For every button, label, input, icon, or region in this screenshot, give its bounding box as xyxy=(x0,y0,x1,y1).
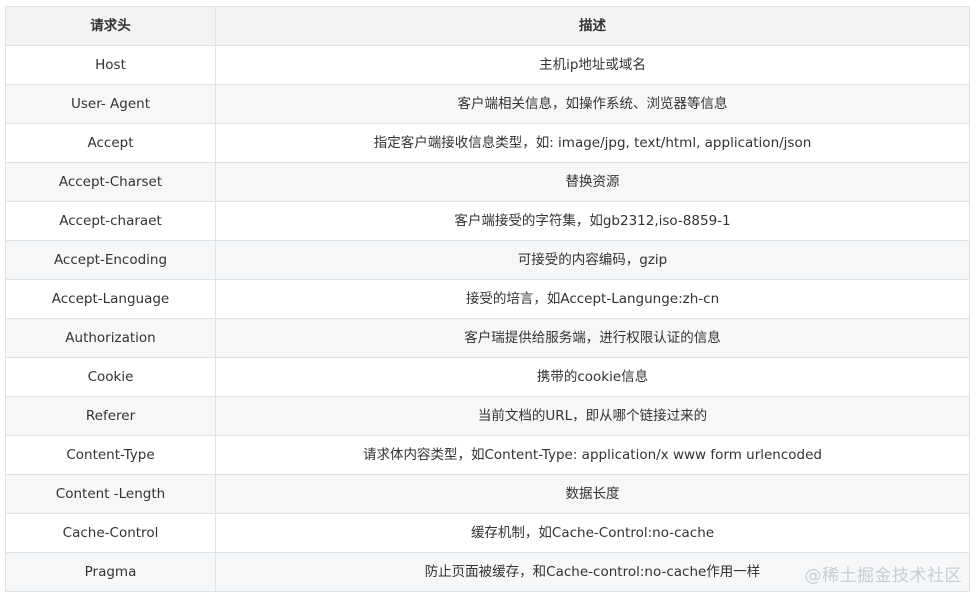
table-row: Accept-charaet 客户端接受的字符集，如gb2312,iso-885… xyxy=(5,201,970,241)
header-name-cell: Accept-Charset xyxy=(5,162,216,202)
header-name-cell: Accept xyxy=(5,123,216,163)
description-cell: 数据长度 xyxy=(215,474,970,514)
table-container: 请求头 描述 Host 主机ip地址或域名 User- Agent 客户端相关信… xyxy=(5,6,970,592)
header-name-cell: Host xyxy=(5,45,216,85)
header-name-cell: Referer xyxy=(5,396,216,436)
description-cell: 携带的cookie信息 xyxy=(215,357,970,397)
table-row: Content -Length 数据长度 xyxy=(5,474,970,514)
header-name-cell: Content-Type xyxy=(5,435,216,475)
table-row: Content-Type 请求体内容类型，如Content-Type: appl… xyxy=(5,435,970,475)
description-cell: 指定客户端接收信息类型，如: image/jpg, text/html, app… xyxy=(215,123,970,163)
header-name-cell: Cache-Control xyxy=(5,513,216,553)
table-row: User- Agent 客户端相关信息，如操作系统、浏览器等信息 xyxy=(5,84,970,124)
header-name-cell: Pragma xyxy=(5,552,216,592)
table-row: Host 主机ip地址或域名 xyxy=(5,45,970,85)
header-name-cell: Accept-Encoding xyxy=(5,240,216,280)
column-header-description: 描述 xyxy=(215,6,970,46)
table-row: Accept-Charset 替换资源 xyxy=(5,162,970,202)
description-cell: 主机ip地址或域名 xyxy=(215,45,970,85)
header-name-cell: User- Agent xyxy=(5,84,216,124)
table-row: Accept 指定客户端接收信息类型，如: image/jpg, text/ht… xyxy=(5,123,970,163)
table-row: Authorization 客户瑞提供给服务端，进行权限认证的信息 xyxy=(5,318,970,358)
table-row: Cookie 携带的cookie信息 xyxy=(5,357,970,397)
column-header-request-header: 请求头 xyxy=(5,6,216,46)
table-header-row: 请求头 描述 xyxy=(5,6,970,46)
description-cell: 接受的培言，如Accept-Langunge:zh-cn xyxy=(215,279,970,319)
description-cell: 可接受的内容编码，gzip xyxy=(215,240,970,280)
header-name-cell: Accept-charaet xyxy=(5,201,216,241)
table-row: Cache-Control 缓存机制，如Cache-Control:no-cac… xyxy=(5,513,970,553)
description-cell: 客户瑞提供给服务端，进行权限认证的信息 xyxy=(215,318,970,358)
description-cell: 替换资源 xyxy=(215,162,970,202)
header-name-cell: Accept-Language xyxy=(5,279,216,319)
table-row: Accept-Encoding 可接受的内容编码，gzip xyxy=(5,240,970,280)
header-name-cell: Authorization xyxy=(5,318,216,358)
description-cell: 客户端接受的字符集，如gb2312,iso-8859-1 xyxy=(215,201,970,241)
watermark: @稀土掘金技术社区 xyxy=(804,566,962,586)
table-row: Accept-Language 接受的培言，如Accept-Langunge:z… xyxy=(5,279,970,319)
description-cell: 当前文档的URL，即从哪个链接过来的 xyxy=(215,396,970,436)
table-row: Referer 当前文档的URL，即从哪个链接过来的 xyxy=(5,396,970,436)
description-cell: 请求体内容类型，如Content-Type: application/x www… xyxy=(215,435,970,475)
request-headers-table: 请求头 描述 Host 主机ip地址或域名 User- Agent 客户端相关信… xyxy=(5,6,970,592)
header-name-cell: Content -Length xyxy=(5,474,216,514)
description-cell: 客户端相关信息，如操作系统、浏览器等信息 xyxy=(215,84,970,124)
description-cell: 缓存机制，如Cache-Control:no-cache xyxy=(215,513,970,553)
header-name-cell: Cookie xyxy=(5,357,216,397)
